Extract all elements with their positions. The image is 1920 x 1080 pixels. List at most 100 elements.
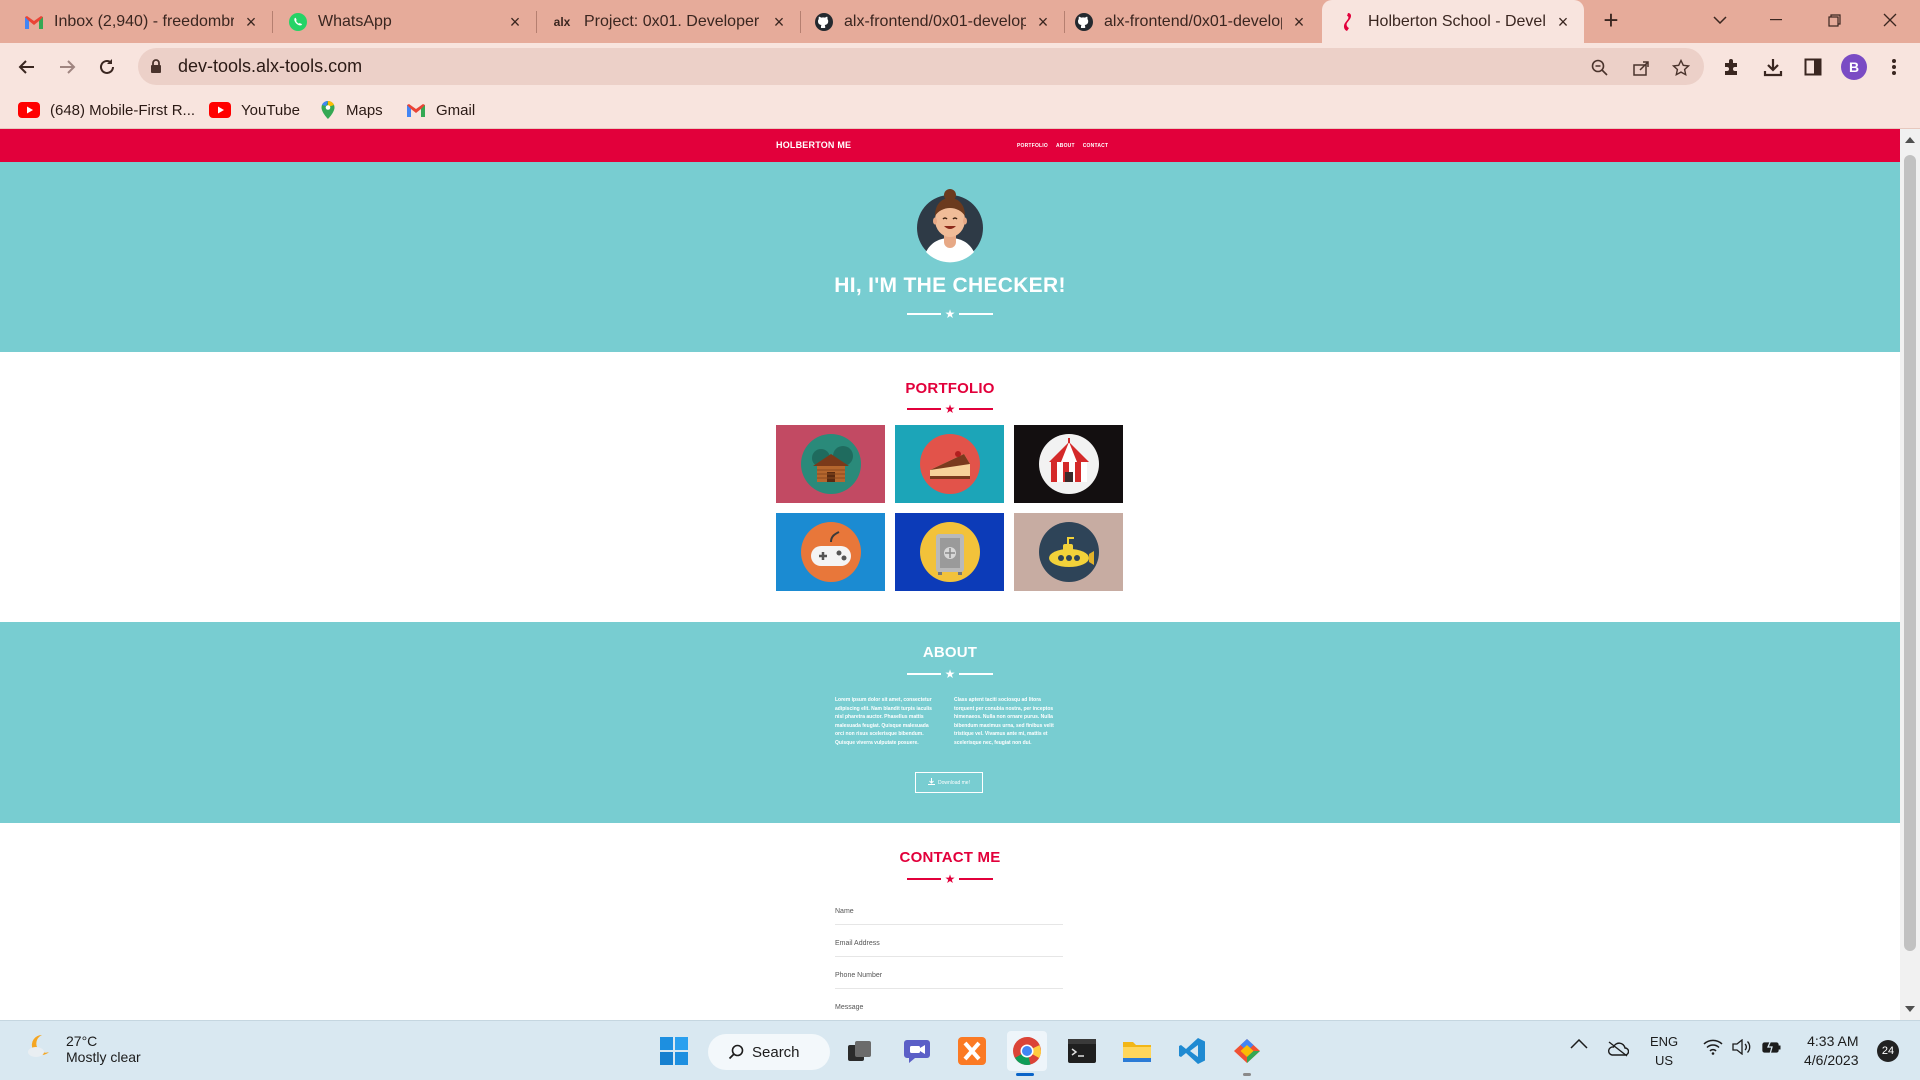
- portfolio-item-submarine[interactable]: [1014, 513, 1123, 591]
- close-tab-icon[interactable]: ×: [770, 13, 788, 31]
- cabin-icon: [800, 434, 861, 494]
- page-viewport: HOLBERTON ME PORTFOLIO ABOUT CONTACT HI,…: [0, 129, 1900, 1020]
- tab-title: Holberton School - Develo: [1368, 12, 1546, 30]
- task-view-icon[interactable]: [840, 1031, 880, 1071]
- file-explorer-icon[interactable]: [1117, 1031, 1157, 1071]
- tab-alx-project[interactable]: alx Project: 0x01. Developer to ×: [536, 0, 800, 43]
- star-icon: ★: [944, 402, 956, 416]
- tab-whatsapp[interactable]: WhatsApp ×: [272, 0, 536, 43]
- tab-holberton-active[interactable]: Holberton School - Develo ×: [1322, 0, 1584, 43]
- address-bar[interactable]: dev-tools.alx-tools.com: [138, 48, 1704, 85]
- close-tab-icon[interactable]: ×: [1554, 13, 1572, 31]
- reload-button[interactable]: [91, 51, 123, 83]
- alx-icon: alx: [553, 14, 571, 29]
- browser-tab-strip: Inbox (2,940) - freedombrid × WhatsApp ×…: [0, 0, 1920, 43]
- portfolio-item-safe[interactable]: [895, 513, 1004, 591]
- language-code: ENG: [1650, 1034, 1679, 1049]
- nav-link-contact[interactable]: CONTACT: [1083, 143, 1108, 149]
- forward-button[interactable]: [51, 51, 83, 83]
- weather-temperature: 27°C: [66, 1032, 98, 1049]
- extensions-icon[interactable]: [1720, 55, 1744, 79]
- scroll-up-arrow-icon[interactable]: [1905, 137, 1915, 143]
- side-panel-icon[interactable]: [1801, 55, 1825, 79]
- circus-tent-icon: [1038, 434, 1099, 494]
- portfolio-item-game-controller[interactable]: [776, 513, 885, 591]
- more-menu-icon[interactable]: [1882, 55, 1906, 79]
- restore-button[interactable]: [1806, 0, 1862, 40]
- page-scrollbar[interactable]: [1900, 129, 1920, 1020]
- close-tab-icon[interactable]: ×: [1290, 13, 1308, 31]
- about-section: ABOUT ★ Lorem ipsum dolor sit amet, cons…: [0, 622, 1900, 823]
- xampp-app-icon[interactable]: [952, 1031, 992, 1071]
- close-tab-icon[interactable]: ×: [506, 13, 524, 31]
- language-indicator[interactable]: ENG US: [1650, 1032, 1678, 1070]
- tab-github-1[interactable]: alx-frontend/0x01-develop ×: [800, 0, 1064, 43]
- submarine-icon: [1038, 522, 1099, 582]
- vscode-app-icon[interactable]: [1172, 1031, 1212, 1071]
- profile-avatar[interactable]: B: [1841, 54, 1867, 80]
- message-field-label: Message: [835, 1004, 864, 1011]
- nav-link-about[interactable]: ABOUT: [1056, 143, 1075, 149]
- bookmarks-bar: (648) Mobile-First R... YouTube Maps Gma…: [0, 91, 1920, 129]
- chat-app-icon[interactable]: [897, 1031, 937, 1071]
- bookmark-star-icon[interactable]: [1670, 57, 1692, 79]
- volume-icon[interactable]: [1732, 1039, 1752, 1055]
- email-field[interactable]: Email Address: [835, 933, 1063, 957]
- wifi-icon[interactable]: [1703, 1039, 1723, 1055]
- minimize-button[interactable]: [1748, 0, 1804, 40]
- bookmark-gmail[interactable]: Gmail: [406, 98, 475, 122]
- git-gui-app-icon[interactable]: [1227, 1031, 1267, 1071]
- battery-charging-icon[interactable]: [1762, 1039, 1782, 1055]
- portfolio-item-cake[interactable]: [895, 425, 1004, 503]
- hero-divider: ★: [0, 308, 1900, 320]
- tab-github-2[interactable]: alx-frontend/0x01-develop ×: [1064, 0, 1320, 43]
- back-button[interactable]: [11, 51, 43, 83]
- youtube-icon: [209, 102, 231, 118]
- download-icon[interactable]: [1761, 55, 1785, 79]
- close-tab-icon[interactable]: ×: [242, 13, 260, 31]
- onedrive-offline-icon[interactable]: [1607, 1041, 1629, 1057]
- chrome-app-icon[interactable]: [1007, 1031, 1047, 1071]
- git-gui-running-indicator: [1243, 1073, 1251, 1076]
- about-text-left: Lorem ipsum dolor sit amet, consectetur …: [835, 697, 932, 746]
- download-button[interactable]: Download me!: [915, 772, 983, 793]
- message-field[interactable]: Message: [835, 997, 1063, 1020]
- tab-title: alx-frontend/0x01-develop: [844, 12, 1026, 30]
- portfolio-item-cabin[interactable]: [776, 425, 885, 503]
- terminal-app-icon[interactable]: [1062, 1031, 1102, 1071]
- download-icon: [928, 778, 936, 787]
- notification-badge[interactable]: 24: [1877, 1040, 1899, 1062]
- start-button[interactable]: [654, 1031, 694, 1071]
- site-brand[interactable]: HOLBERTON ME: [776, 140, 851, 150]
- tab-gmail-inbox[interactable]: Inbox (2,940) - freedombrid ×: [0, 0, 272, 43]
- bookmark-maps[interactable]: Maps: [320, 98, 383, 122]
- bookmark-mobile-first[interactable]: (648) Mobile-First R...: [18, 98, 195, 122]
- gmail-icon: [406, 102, 426, 118]
- scroll-down-arrow-icon[interactable]: [1905, 1006, 1915, 1012]
- star-icon: ★: [944, 667, 956, 681]
- new-tab-button[interactable]: +: [1596, 6, 1626, 36]
- zoom-icon[interactable]: [1589, 57, 1611, 79]
- portfolio-divider: ★: [0, 403, 1900, 415]
- lock-icon[interactable]: [150, 59, 166, 74]
- tab-search-button[interactable]: [1692, 0, 1748, 40]
- url-text[interactable]: dev-tools.alx-tools.com: [178, 56, 362, 77]
- taskbar-search[interactable]: Search: [708, 1034, 830, 1070]
- nav-link-portfolio[interactable]: PORTFOLIO: [1017, 143, 1048, 149]
- about-title: ABOUT: [922, 644, 978, 661]
- phone-field[interactable]: Phone Number: [835, 965, 1063, 989]
- close-window-button[interactable]: [1862, 0, 1918, 40]
- system-clock[interactable]: 4:33 AM 4/6/2023: [1804, 1032, 1859, 1070]
- weather-widget[interactable]: 27°C Mostly clear: [24, 1032, 141, 1065]
- scrollbar-thumb[interactable]: [1904, 155, 1916, 951]
- name-field[interactable]: Name: [835, 901, 1063, 925]
- tab-title: alx-frontend/0x01-develop: [1104, 12, 1282, 30]
- close-tab-icon[interactable]: ×: [1034, 13, 1052, 31]
- contact-divider: ★: [0, 873, 1900, 885]
- portfolio-item-circus[interactable]: [1014, 425, 1123, 503]
- bookmark-youtube[interactable]: YouTube: [209, 98, 300, 122]
- chrome-active-indicator: [1016, 1073, 1034, 1076]
- share-icon[interactable]: [1630, 57, 1652, 79]
- holberton-icon: [1338, 12, 1358, 32]
- show-hidden-icons[interactable]: [1570, 1039, 1588, 1049]
